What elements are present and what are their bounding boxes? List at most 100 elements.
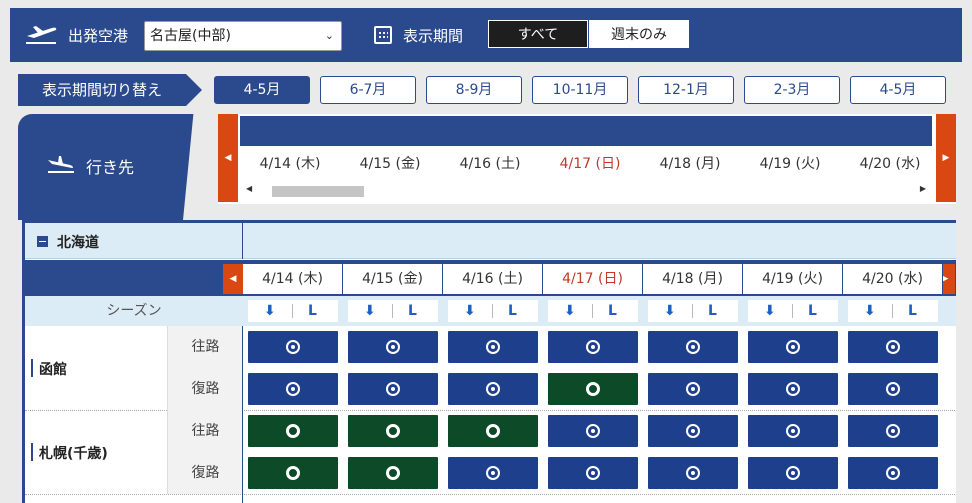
availability-cell[interactable] (448, 331, 538, 363)
availability-cell[interactable] (848, 331, 938, 363)
date-strip-band (240, 116, 932, 146)
selected-circle-icon (886, 340, 900, 354)
availability-cell[interactable] (848, 373, 938, 405)
date-next-button[interactable]: ▶ (936, 114, 956, 202)
panel-slant (183, 114, 209, 220)
season-letter: L (708, 303, 717, 319)
destination-name: 札幌(千歳) (39, 446, 108, 462)
availability-cell[interactable] (248, 373, 338, 405)
date-prev-button[interactable]: ◀ (218, 114, 238, 202)
availability-cell[interactable] (448, 373, 538, 405)
season-cell: ⬇ L (548, 300, 638, 322)
availability-cell[interactable] (748, 457, 838, 489)
down-arrow-icon: ⬇ (264, 303, 276, 319)
season-cell: ⬇ L (648, 300, 738, 322)
destination-row: 函館 往路 復路 (25, 326, 243, 410)
availability-cell[interactable] (548, 331, 638, 363)
availability-cell[interactable] (648, 415, 738, 447)
availability-cell[interactable] (648, 373, 738, 405)
season-cell: ⬇ L (748, 300, 838, 322)
availability-cell[interactable] (548, 457, 638, 489)
availability-cell[interactable] (848, 415, 938, 447)
departure-airport-select[interactable]: 名古屋(中部) ⌄ (144, 21, 342, 51)
departure-airport-value: 名古屋(中部) (150, 28, 231, 44)
table-date-cell: 4/18 (月) (643, 264, 743, 294)
availability-cell[interactable] (748, 373, 838, 405)
filter-weekend-button[interactable]: 週末のみ (589, 20, 689, 48)
availability-cell[interactable] (448, 457, 538, 489)
availability-cell[interactable] (348, 415, 438, 447)
table-date-cell: 4/15 (金) (343, 264, 443, 294)
destination-marker (31, 359, 33, 377)
availability-cell[interactable] (748, 331, 838, 363)
down-arrow-icon: ⬇ (364, 303, 376, 319)
availability-cell[interactable] (548, 373, 638, 405)
season-row: シーズン ⬇ L ⬇ L ⬇ L ⬇ L ⬇ L ⬇ L ⬇ L (25, 296, 956, 326)
date-strip: ◀ 4/14 (木) 4/15 (金) 4/16 (土) 4/17 (日) 4/18 (… (218, 114, 956, 204)
availability-cell[interactable] (248, 415, 338, 447)
selected-circle-icon (786, 466, 800, 480)
availability-cell[interactable] (648, 331, 738, 363)
period-tab[interactable]: 10-11月 (532, 76, 628, 104)
availability-cell[interactable] (348, 331, 438, 363)
filter-all-button[interactable]: すべて (488, 20, 588, 48)
down-arrow-icon: ⬇ (664, 303, 676, 319)
period-tab[interactable]: 4-5月 (214, 76, 310, 104)
period-tab[interactable]: 2-3月 (744, 76, 840, 104)
period-tab[interactable]: 12-1月 (638, 76, 734, 104)
scroll-right-icon[interactable]: ▶ (920, 184, 926, 193)
season-cell: ⬇ L (348, 300, 438, 322)
table-date-cell: 4/20 (水) (843, 264, 943, 294)
season-letter: L (908, 303, 917, 319)
date-strip-scrollbar[interactable]: ◀ ▶ (240, 182, 932, 200)
selected-circle-icon (886, 466, 900, 480)
column-divider (242, 326, 243, 503)
selected-circle-icon (586, 424, 600, 438)
period-switch-label: 表示期間切り替え (18, 74, 204, 106)
availability-cell[interactable] (348, 457, 438, 489)
availability-table: 北海道 ◀ ▶ 4/14 (木) 4/15 (金) 4/16 (土) 4/17 (日)… (22, 220, 956, 503)
availability-cell[interactable] (248, 457, 338, 489)
period-tab[interactable]: 4-5月 (850, 76, 946, 104)
period-tab[interactable]: 6-7月 (320, 76, 416, 104)
down-arrow-icon: ⬇ (464, 303, 476, 319)
season-cell: ⬇ L (448, 300, 538, 322)
selected-circle-icon (286, 382, 300, 396)
season-separator (692, 304, 693, 318)
period-switch-text: 表示期間切り替え (18, 74, 186, 106)
scroll-left-icon[interactable]: ◀ (246, 184, 252, 193)
table-prev-button[interactable]: ◀ (223, 264, 243, 294)
selected-circle-icon (586, 466, 600, 480)
destination-row: 札幌(千歳) 往路 復路 (25, 410, 243, 494)
destination-header-text: 行き先 (86, 158, 135, 177)
airplane-departure-icon (26, 26, 57, 44)
availability-cell[interactable] (548, 415, 638, 447)
table-date-cell: 4/16 (土) (443, 264, 543, 294)
season-letter: L (608, 303, 617, 319)
airplane-arrival-icon (48, 156, 74, 173)
region-row[interactable]: 北海道 (25, 223, 956, 259)
selected-circle-icon (386, 382, 400, 396)
down-arrow-icon: ⬇ (864, 303, 876, 319)
availability-cell[interactable] (648, 457, 738, 489)
date-header-cell: 4/14 (木) (259, 156, 321, 172)
availability-cell[interactable] (348, 373, 438, 405)
availability-cell[interactable] (748, 415, 838, 447)
selected-circle-icon (386, 340, 400, 354)
period-tab[interactable]: 8-9月 (426, 76, 522, 104)
available-circle-icon (486, 424, 500, 438)
season-cell: ⬇ L (848, 300, 938, 322)
period-label: 表示期間 (403, 27, 464, 45)
season-cell: ⬇ L (248, 300, 338, 322)
date-header-cell: 4/17 (日) (559, 156, 621, 172)
availability-cell[interactable] (448, 415, 538, 447)
region-name: 北海道 (57, 235, 99, 251)
selected-circle-icon (486, 382, 500, 396)
collapse-icon[interactable] (37, 236, 48, 247)
availability-cell[interactable] (848, 457, 938, 489)
season-separator (292, 304, 293, 318)
season-label: シーズン (106, 303, 162, 319)
availability-cell[interactable] (248, 331, 338, 363)
date-header-cell: 4/18 (月) (659, 156, 721, 172)
scroll-thumb[interactable] (272, 186, 364, 197)
